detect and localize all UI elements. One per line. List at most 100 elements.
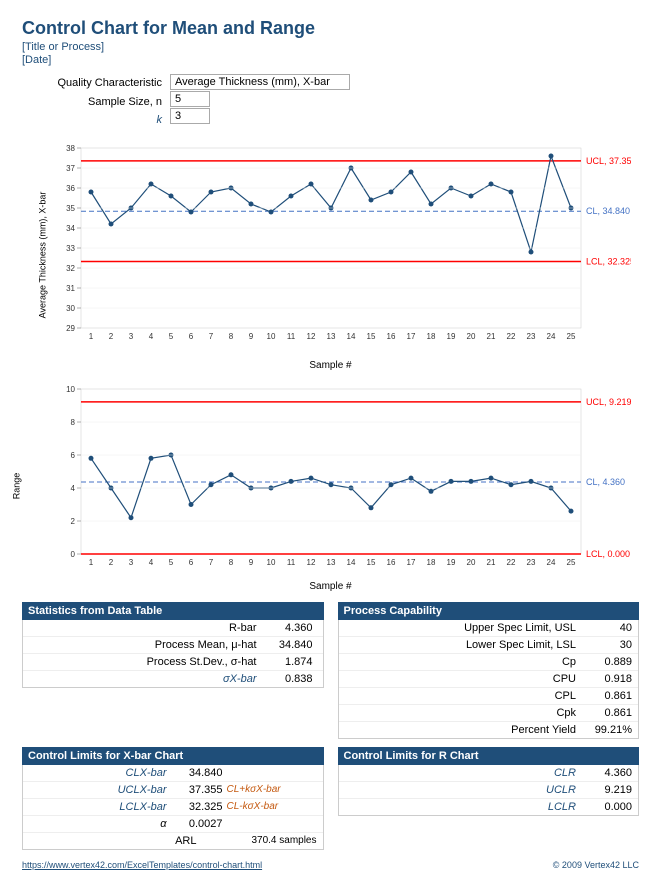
svg-text:9: 9 [248,558,253,567]
svg-text:12: 12 [306,332,315,341]
svg-text:24: 24 [546,558,555,567]
svg-text:CL, 4.360: CL, 4.360 [586,477,625,487]
svg-text:21: 21 [486,558,495,567]
mean-row: Process Mean, μ-hat 34.840 [23,637,323,654]
svg-text:8: 8 [228,558,233,567]
svg-text:22: 22 [506,558,515,567]
svg-text:15: 15 [366,332,375,341]
svg-text:10: 10 [266,558,275,567]
footer: https://www.vertex42.com/ExcelTemplates/… [22,860,639,870]
cpu-row: CPU 0.918 [339,671,639,688]
k-input[interactable]: 3 [170,108,210,124]
lsl-row: Lower Spec Limit, LSL 30 [339,637,639,654]
svg-text:6: 6 [70,451,75,460]
svg-text:15: 15 [366,558,375,567]
svg-text:LCL, 32.325: LCL, 32.325 [586,257,631,267]
yield-row: Percent Yield 99.21% [339,722,639,738]
cl-xbar-section: Control Limits for X-bar Chart CLX-bar 3… [22,747,324,850]
svg-text:5: 5 [168,332,173,341]
k-label: k [22,111,162,130]
svg-text:34: 34 [66,224,75,233]
svg-text:CL, 34.840: CL, 34.840 [586,206,630,216]
svg-text:37: 37 [66,164,75,173]
svg-text:4: 4 [70,484,75,493]
svg-text:17: 17 [406,558,415,567]
svg-text:13: 13 [326,332,335,341]
svg-text:32: 32 [66,264,75,273]
svg-text:7: 7 [208,558,213,567]
svg-text:18: 18 [426,558,435,567]
svg-text:17: 17 [406,332,415,341]
footer-link[interactable]: https://www.vertex42.com/ExcelTemplates/… [22,860,262,870]
cpk-row: Cpk 0.861 [339,705,639,722]
svg-text:14: 14 [346,332,355,341]
sample-size-label: Sample Size, n [22,93,162,112]
stats-header: Statistics from Data Table [22,602,324,620]
svg-text:LCL, 0.000: LCL, 0.000 [586,549,630,559]
uclx-row: UCLX-bar 37.355 CL+kσX-bar [23,782,323,799]
svg-text:31: 31 [66,284,75,293]
sample-size-input[interactable]: 5 [170,91,210,107]
svg-text:11: 11 [286,332,295,341]
svg-text:7: 7 [208,332,213,341]
svg-text:12: 12 [306,558,315,567]
svg-text:UCL, 9.219: UCL, 9.219 [586,397,631,407]
svg-text:1: 1 [88,558,93,567]
uclr-row: UCLR 9.219 [339,782,639,799]
capability-header: Process Capability [338,602,640,620]
range-xlabel: Sample # [31,581,631,592]
svg-text:36: 36 [66,184,75,193]
svg-text:8: 8 [228,332,233,341]
svg-text:10: 10 [66,385,75,394]
svg-text:2: 2 [108,332,113,341]
svg-text:2: 2 [108,558,113,567]
cl-r-body: CLR 4.360 UCLR 9.219 LCLR 0.000 [338,765,640,816]
control-limits-tables: Control Limits for X-bar Chart CLX-bar 3… [22,747,639,850]
svg-text:25: 25 [566,558,575,567]
svg-text:20: 20 [466,558,475,567]
svg-text:16: 16 [386,558,395,567]
svg-text:19: 19 [446,558,455,567]
svg-text:24: 24 [546,332,555,341]
quality-section: Quality Characteristic Sample Size, n k … [22,74,639,130]
range-ylabel: Range [11,472,21,499]
arl-row: ARL 370.4 samples [23,833,323,849]
svg-text:14: 14 [346,558,355,567]
xbar-ylabel: Average Thickness (mm), X-bar [37,191,47,318]
svg-text:4: 4 [148,558,153,567]
clr-row: CLR 4.360 [339,765,639,782]
lclx-row: LCLX-bar 32.325 CL-kσX-bar [23,799,323,816]
cpl-row: CPL 0.861 [339,688,639,705]
svg-text:22: 22 [506,332,515,341]
svg-text:3: 3 [128,558,133,567]
svg-text:3: 3 [128,332,133,341]
lclr-row: LCLR 0.000 [339,799,639,815]
subtitle2: [Date] [22,54,639,66]
svg-text:5: 5 [168,558,173,567]
stats-body: R-bar 4.360 Process Mean, μ-hat 34.840 P… [22,620,324,688]
svg-text:11: 11 [286,558,295,567]
cp-row: Cp 0.889 [339,654,639,671]
rbar-row: R-bar 4.360 [23,620,323,637]
cl-r-header: Control Limits for R Chart [338,747,640,765]
usl-row: Upper Spec Limit, USL 40 [339,620,639,637]
svg-text:0: 0 [70,550,75,559]
svg-text:38: 38 [66,144,75,153]
cl-xbar-header: Control Limits for X-bar Chart [22,747,324,765]
svg-text:18: 18 [426,332,435,341]
svg-text:1: 1 [88,332,93,341]
page-title: Control Chart for Mean and Range [22,18,639,39]
svg-text:23: 23 [526,558,535,567]
quality-char-input[interactable]: Average Thickness (mm), X-bar [170,74,350,90]
xbar-chart: 29303132333435363738 1234567891011121314… [31,138,631,358]
svg-text:35: 35 [66,204,75,213]
clx-row: CLX-bar 34.840 [23,765,323,782]
svg-text:UCL, 37.355: UCL, 37.355 [586,156,631,166]
alpha-row: α 0.0027 [23,816,323,833]
quality-char-label: Quality Characteristic [22,74,162,93]
svg-text:8: 8 [70,418,75,427]
svg-text:9: 9 [248,332,253,341]
svg-text:4: 4 [148,332,153,341]
svg-text:20: 20 [466,332,475,341]
svg-text:21: 21 [486,332,495,341]
